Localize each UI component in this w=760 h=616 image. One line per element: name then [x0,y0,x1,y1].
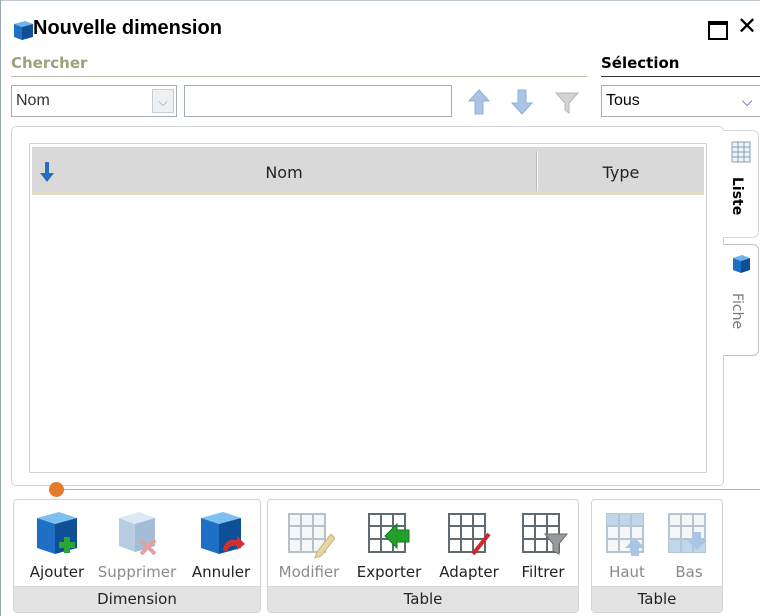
group-label-table-move: Table [592,586,722,612]
tab-label-fiche: Fiche [729,293,745,330]
tab-label-liste: Liste [729,177,745,216]
chevron-down-icon[interactable]: ⌵ [152,89,174,113]
splitter-line[interactable] [57,489,760,490]
adapt-button[interactable]: Adapter [432,508,506,581]
modify-label: Modifier [278,563,340,581]
table-edit-icon [288,513,335,559]
data-grid[interactable]: Nom Type [29,143,707,473]
tab-liste[interactable]: Liste [723,130,759,238]
table-up-icon [606,513,645,556]
table-export-icon [368,513,410,553]
arrow-down-icon[interactable] [509,88,535,116]
ribbon-group-dimension: Ajouter Supprimer Annuler Dimension [13,499,261,613]
search-heading: Chercher [11,54,88,72]
move-down-label: Bas [675,563,703,581]
cube-icon [14,21,33,40]
ribbon-group-table-move: Haut Bas Table [591,499,723,613]
export-button[interactable]: Exporter [352,508,426,581]
grid-icon [731,141,751,163]
arrow-up-icon[interactable] [466,88,492,116]
column-header-type[interactable]: Type [538,163,704,182]
delete-button[interactable]: Supprimer [92,508,182,581]
search-divider [11,76,587,77]
cube-icon [733,255,750,273]
export-label: Exporter [356,563,422,581]
selection-select[interactable]: Tous ⌵ [601,85,760,117]
cube-undo-icon [201,512,245,554]
cube-delete-icon [119,512,157,556]
adapt-label: Adapter [439,563,499,581]
grid-header: Nom Type [32,147,704,195]
table-filter-icon [522,513,569,555]
add-label: Ajouter [29,563,85,581]
cube-add-icon [37,512,77,554]
column-header-nom[interactable]: Nom [32,163,536,182]
modify-button[interactable]: Modifier [272,508,346,581]
group-label-dimension: Dimension [14,586,260,612]
cancel-label: Annuler [191,563,251,581]
group-label-table: Table [268,586,578,612]
close-icon[interactable]: ✕ [737,13,757,39]
chevron-down-icon[interactable]: ⌵ [736,89,758,113]
move-down-button[interactable]: Bas [658,508,720,581]
funnel-icon[interactable] [554,88,580,116]
selection-value: Tous [606,92,640,109]
table-down-icon [668,513,707,553]
ribbon-group-table: Modifier Exporter Adapter Filtrer Table [267,499,579,613]
add-button[interactable]: Ajouter [20,508,94,581]
table-adapt-icon [448,513,491,556]
selection-divider [601,76,760,77]
filter-label: Filtrer [521,563,565,581]
dialog-window: Nouvelle dimension ✕ Chercher Sélection … [0,0,760,616]
search-input[interactable] [184,85,452,117]
maximize-icon[interactable] [708,21,728,40]
window-title: Nouvelle dimension [33,17,222,39]
move-up-button[interactable]: Haut [596,508,658,581]
move-up-label: Haut [609,563,645,581]
delete-label: Supprimer [97,563,177,581]
splitter-handle[interactable] [49,482,64,497]
search-field-value: Nom [16,92,50,109]
tab-fiche[interactable]: Fiche [723,244,759,356]
title-bar: Nouvelle dimension ✕ [1,0,760,46]
selection-heading: Sélection [601,54,680,72]
filter-button[interactable]: Filtrer [508,508,578,581]
cancel-button[interactable]: Annuler [184,508,258,581]
search-field-select[interactable]: Nom ⌵ [11,85,177,117]
